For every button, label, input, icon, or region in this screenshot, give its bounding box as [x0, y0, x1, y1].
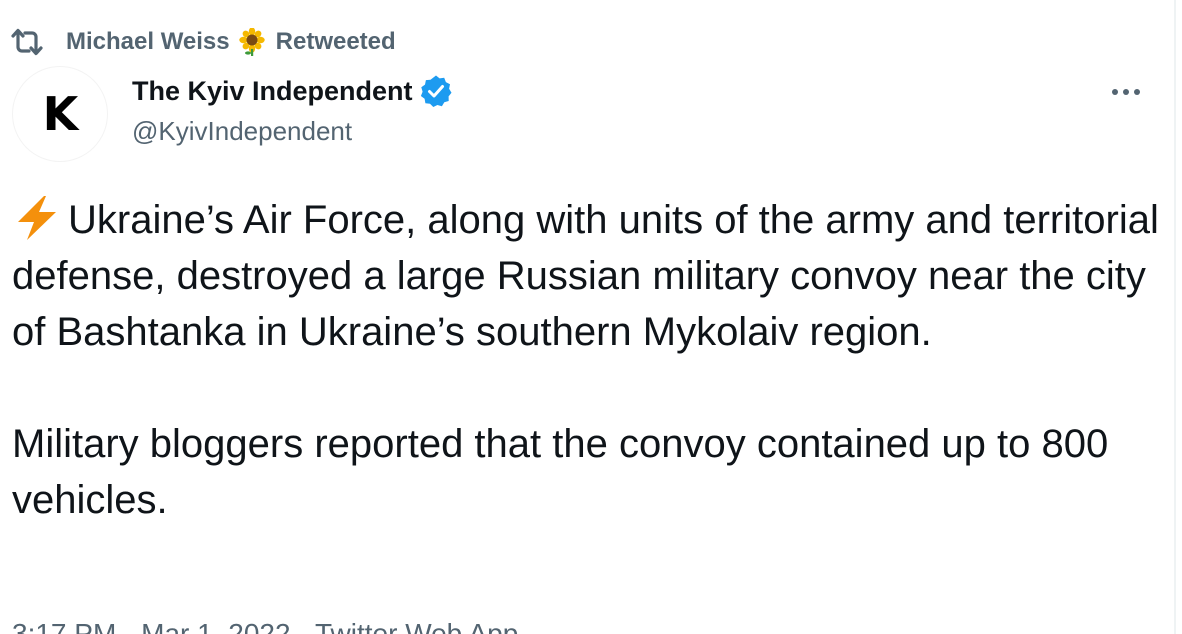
- author-name-row: The Kyiv Independent: [132, 74, 453, 108]
- retweet-context: Michael Weiss Retweeted: [10, 24, 396, 60]
- author-name-link[interactable]: The Kyiv Independent: [132, 76, 413, 107]
- more-icon: [1112, 89, 1140, 95]
- high-voltage-emoji-icon: [18, 196, 56, 240]
- retweet-icon: [11, 28, 43, 56]
- sunflower-emoji-icon: [238, 28, 265, 56]
- tweet-paragraph-1: Ukraine’s Air Force, along with units of…: [12, 198, 1170, 354]
- tweet-paragraph-2: Military bloggers reported that the conv…: [12, 422, 1120, 522]
- retweeter-name-link[interactable]: Michael Weiss: [66, 28, 230, 56]
- more-options-button[interactable]: [1104, 74, 1148, 110]
- retweeter-name: Michael Weiss: [66, 28, 230, 55]
- author-avatar[interactable]: K: [12, 66, 108, 162]
- verified-badge-icon: [420, 75, 452, 107]
- retweeted-label: Retweeted: [275, 28, 396, 55]
- author-name: The Kyiv Independent: [132, 75, 413, 106]
- author-handle[interactable]: @KyivIndependent: [132, 116, 352, 147]
- timeline-divider: [1174, 0, 1176, 634]
- avatar-letter: K: [42, 87, 79, 141]
- tweet-text: Ukraine’s Air Force, along with units of…: [12, 192, 1162, 528]
- tweet-timestamp[interactable]: 3:17 PM · Mar 1, 2022 · Twitter Web App: [12, 618, 518, 634]
